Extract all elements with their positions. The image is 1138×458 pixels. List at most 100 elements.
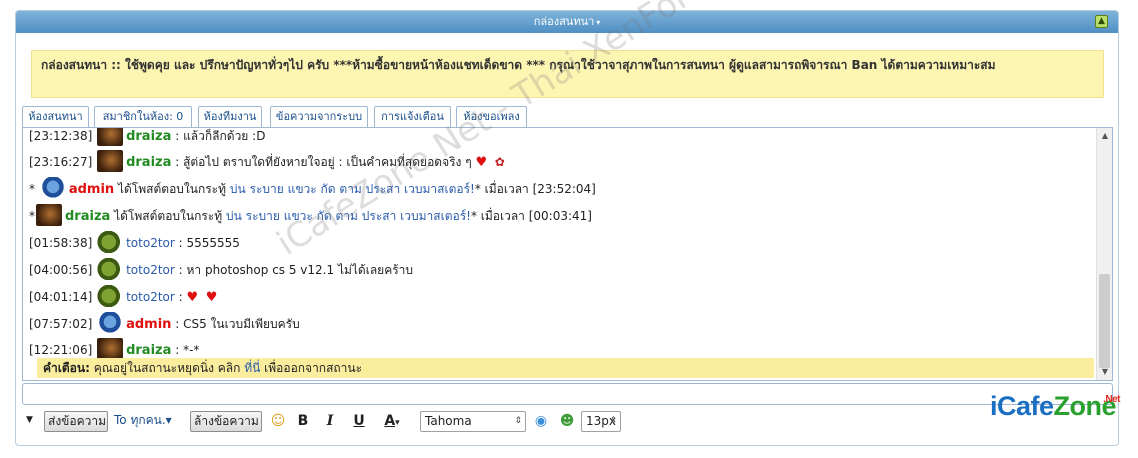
logo-suffix: .Net (1103, 394, 1120, 405)
font-color-button[interactable]: A▾ (376, 411, 408, 432)
username[interactable]: draiza (126, 129, 171, 144)
message-timestamp: [23:12:38] (29, 129, 93, 143)
message-timestamp: [23:16:27] (29, 155, 93, 169)
italic-button[interactable]: I (321, 411, 339, 432)
message-text: * เมื่อเวลา [23:52:04] (474, 182, 596, 196)
username[interactable]: draiza (65, 209, 110, 224)
send-button[interactable]: ส่งข้อความ (44, 411, 108, 432)
chat-rules-notice: กล่องสนทนา :: ใช้พูดคุย และ ปรึกษาปัญหาท… (31, 50, 1104, 98)
chat-message-input[interactable] (22, 383, 1113, 405)
message-text: ได้โพสต์ตอบในกระทู้ (110, 209, 226, 223)
list-item: [23:16:27] draiza : สู้ต่อไป ตราบใดที่ยั… (29, 150, 505, 172)
message-prefix: * (29, 182, 35, 196)
list-item: * admin ได้โพสต์ตอบในกระทู้ บ่น ระบาย แข… (29, 177, 596, 199)
tab-chat-room[interactable]: ห้องสนทนา (22, 106, 89, 128)
message-prefix: * (29, 209, 35, 223)
username[interactable]: admin (126, 317, 171, 332)
tab-song-request[interactable]: ห้องขอเพลง (456, 106, 527, 128)
user-icon[interactable]: ☻ (557, 411, 577, 432)
recipient-select[interactable]: To ทุกคน.▾ (114, 411, 184, 432)
scroll-up-icon[interactable]: ▲ (1099, 130, 1111, 142)
message-timestamp: [04:01:14] (29, 290, 93, 304)
username[interactable]: toto2tor (126, 236, 175, 250)
site-logo: iCafeZone .Net (989, 391, 1121, 422)
message-text: : 5555555 (174, 236, 240, 250)
heart-icon: ♥ (186, 290, 199, 305)
message-text: : CS5 ในเวบมีเพียบครับ (171, 317, 300, 331)
list-item: [04:01:14] toto2tor : ♥ ♥ (29, 285, 218, 307)
avatar[interactable] (39, 177, 66, 199)
message-text: ได้โพสต์ตอบในกระทู้ (114, 182, 230, 196)
heart-icon: ♥ (475, 155, 488, 170)
message-timestamp: [07:57:02] (29, 317, 93, 331)
avatar[interactable] (97, 338, 124, 360)
clear-button[interactable]: ล้างข้อความ (190, 411, 262, 432)
username[interactable]: admin (69, 182, 114, 197)
chat-toolbar: ▼ ส่งข้อความ To ทุกคน.▾ ล้างข้อความ ☺ B … (16, 411, 1116, 435)
font-size-select[interactable]: 13px ⇕ (581, 411, 621, 432)
font-family-value: Tahoma (425, 414, 472, 428)
warning-label: คำเตือน: (43, 361, 90, 375)
avatar[interactable] (97, 312, 124, 334)
chevron-down-icon: ▾ (395, 418, 400, 428)
bold-button[interactable]: B (294, 411, 312, 432)
username[interactable]: draiza (126, 155, 171, 170)
username[interactable]: toto2tor (126, 290, 175, 304)
list-item: [01:58:38] toto2tor : 5555555 (29, 231, 240, 253)
chat-bubble-icon[interactable]: ◉ (531, 411, 551, 432)
avatar[interactable] (97, 128, 124, 146)
message-scrollbar[interactable]: ▲ ▼ (1096, 128, 1112, 380)
underline-button[interactable]: U (350, 411, 368, 432)
chat-panel: กล่องสนทนา ▾ ▲ กล่องสนทนา :: ใช้พูดคุย แล… (15, 10, 1119, 446)
avatar[interactable] (97, 150, 124, 172)
tab-notifications[interactable]: การแจ้งเตือน (374, 106, 451, 128)
avatar[interactable] (97, 231, 124, 253)
list-item: [04:00:56] toto2tor : หา photoshop cs 5 … (29, 258, 414, 280)
logo-part: iCafe (989, 391, 1054, 421)
collapse-icon[interactable]: ▲ (1095, 15, 1108, 28)
thread-link[interactable]: บ่น ระบาย แขวะ กัด ตาม ประสา เวบมาสเตอร์… (230, 182, 475, 196)
chevron-down-icon: ▾ (165, 413, 172, 427)
message-text: : *-* (171, 343, 200, 357)
warning-text: เพื่อออกจากสถานะ (260, 361, 363, 375)
flower-icon: ✿ (494, 155, 505, 169)
message-timestamp: [04:00:56] (29, 263, 93, 277)
list-item: [12:21:06] draiza : *-* (29, 338, 200, 360)
list-item: [07:57:02] admin : CS5 ในเวบมีเพียบครับ (29, 312, 300, 334)
thread-link[interactable]: บ่น ระบาย แขวะ กัด ตาม ประสา เวบมาสเตอร์… (226, 209, 471, 223)
avatar[interactable] (36, 204, 62, 226)
list-item: [23:12:38] draiza : แล้วก็ลีกด้วย :D (29, 128, 266, 146)
smiley-icon[interactable]: ☺ (269, 411, 287, 432)
message-text: : หา photoshop cs 5 v12.1 ไม่ได้เลยคร้าบ (174, 263, 414, 277)
message-text: : (174, 290, 187, 304)
resume-link[interactable]: ที่นี่ (244, 361, 260, 375)
username[interactable]: draiza (126, 343, 171, 358)
message-text: : สู้ต่อไป ตราบใดที่ยังหายใจอยู่ : เป็นค… (171, 155, 476, 169)
heart-icon: ♥ (205, 290, 218, 305)
message-list: [23:12:38] draiza : แล้วก็ลีกด้วย :D [23… (23, 128, 1096, 380)
font-family-select[interactable]: Tahoma ⇕ (420, 411, 526, 432)
message-timestamp: [01:58:38] (29, 236, 93, 250)
tab-system-messages[interactable]: ข้อความจากระบบ (270, 106, 368, 128)
warning-text: คุณอยู่ในสถานะหยุดนิ่ง คลิก (89, 361, 245, 375)
list-item: * draiza ได้โพสต์ตอบในกระทู้ บ่น ระบาย แข… (29, 204, 592, 226)
scroll-down-icon[interactable]: ▼ (1099, 366, 1111, 378)
scroll-thumb[interactable] (1099, 274, 1110, 368)
tab-staff-room[interactable]: ห้องทีมงาน (198, 106, 262, 128)
chevron-down-icon[interactable]: ▾ (596, 18, 600, 27)
avatar[interactable] (97, 258, 124, 280)
recipient-label: To ทุกคน. (114, 413, 166, 427)
font-color-icon: A (384, 413, 396, 429)
message-timestamp: [12:21:06] (29, 343, 93, 357)
message-area[interactable]: [23:12:38] draiza : แล้วก็ลีกด้วย :D [23… (22, 127, 1113, 381)
username[interactable]: toto2tor (126, 263, 175, 277)
tab-room-members[interactable]: สมาชิกในห้อง: 0 (94, 106, 192, 128)
panel-title: กล่องสนทนา (533, 15, 595, 28)
select-arrow-icon: ⇕ (514, 416, 522, 426)
message-text: * เมื่อเวลา [00:03:41] (470, 209, 592, 223)
idle-warning: คำเตือน: คุณอยู่ในสถานะหยุดนิ่ง คลิก ที่… (37, 358, 1094, 378)
avatar[interactable] (97, 285, 124, 307)
message-text: : แล้วก็ลีกด้วย :D (171, 129, 266, 143)
menu-arrow-icon[interactable]: ▼ (26, 411, 38, 432)
panel-titlebar[interactable]: กล่องสนทนา ▾ ▲ (16, 11, 1118, 33)
